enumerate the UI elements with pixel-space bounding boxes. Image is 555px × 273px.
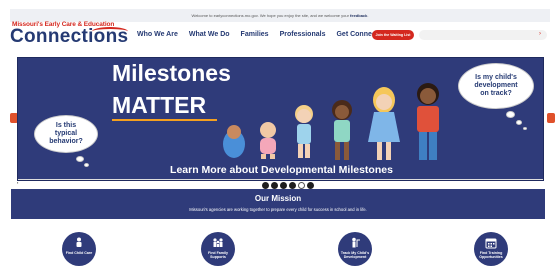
logo-swoosh-icon bbox=[92, 27, 128, 36]
carousel-dot-active[interactable] bbox=[298, 182, 305, 189]
quick-link-find-family-supports[interactable]: Find Family Supports bbox=[201, 232, 235, 266]
child-figure bbox=[332, 100, 352, 160]
nav-item-what-we-do[interactable]: What We Do bbox=[189, 31, 230, 38]
quick-link-label: Find Family Supports bbox=[208, 251, 228, 260]
children-illustration bbox=[223, 83, 439, 160]
thought-bubble-right-text: Is my child's development on track? bbox=[474, 74, 518, 97]
thought-dot bbox=[516, 120, 522, 125]
child-figure bbox=[417, 83, 439, 160]
thought-bubble-left-text: Is this typical behavior? bbox=[49, 122, 83, 145]
quick-link-find-child-care[interactable]: Find Child Care bbox=[62, 232, 96, 266]
toddler-figure bbox=[260, 122, 276, 159]
notice-suffix: . bbox=[367, 13, 369, 18]
chevron-right-icon[interactable]: › bbox=[539, 31, 541, 37]
thought-dot bbox=[506, 111, 515, 118]
notice-text: Welcome to earlyconnections.mo.gov. We h… bbox=[191, 13, 349, 18]
carousel-dot[interactable] bbox=[289, 182, 296, 189]
hero-title-line2: MATTER bbox=[112, 92, 207, 118]
hero-banner[interactable]: Milestones MATTER Is this typical behavi… bbox=[17, 57, 544, 181]
join-waiting-list-button[interactable]: Join the Waiting List bbox=[372, 30, 414, 40]
search-input[interactable]: › bbox=[419, 30, 547, 40]
mission-text: Missouri's agencies are working together… bbox=[189, 207, 367, 212]
child-figure bbox=[368, 87, 400, 160]
feedback-link[interactable]: feedback bbox=[350, 13, 367, 18]
baby-figure bbox=[223, 125, 245, 158]
quick-link-label: Find Child Care bbox=[65, 251, 93, 255]
child-icon bbox=[76, 237, 82, 247]
thought-bubble-left: Is this typical behavior? bbox=[34, 115, 98, 153]
carousel-dot[interactable] bbox=[262, 182, 269, 189]
carousel-pager bbox=[262, 182, 314, 189]
carousel-dot[interactable] bbox=[307, 182, 314, 189]
nav-item-families[interactable]: Families bbox=[241, 31, 269, 38]
carousel-pause-icon[interactable]: ▪ bbox=[17, 180, 18, 185]
calendar-icon bbox=[485, 238, 497, 249]
carousel-dot[interactable] bbox=[280, 182, 287, 189]
thought-dot bbox=[76, 156, 84, 162]
learn-more-link[interactable]: Learn More about Developmental Milestone… bbox=[18, 164, 543, 176]
nav-item-who-we-are[interactable]: Who We Are bbox=[137, 31, 178, 38]
quick-link-label: Track My Child's Development bbox=[340, 251, 370, 260]
growth-icon bbox=[352, 237, 360, 248]
mission-title: Our Mission bbox=[254, 194, 302, 203]
carousel-next-button[interactable] bbox=[547, 113, 555, 123]
hero-underline bbox=[112, 119, 217, 121]
nav-item-professionals[interactable]: Professionals bbox=[280, 31, 326, 38]
quick-link-label: Find Training Opportunities bbox=[479, 251, 503, 260]
mission-banner: Our Mission Missouri's agencies are work… bbox=[11, 189, 545, 219]
main-nav: Who We Are What We Do Families Professio… bbox=[137, 31, 386, 38]
quick-link-track-development[interactable]: Track My Child's Development bbox=[338, 232, 372, 266]
thought-dot bbox=[523, 127, 527, 130]
child-figure bbox=[295, 105, 313, 158]
hero-bottom-border bbox=[18, 179, 543, 180]
quick-link-find-training[interactable]: Find Training Opportunities bbox=[474, 232, 508, 266]
carousel-dot[interactable] bbox=[271, 182, 278, 189]
family-icon bbox=[213, 238, 223, 247]
